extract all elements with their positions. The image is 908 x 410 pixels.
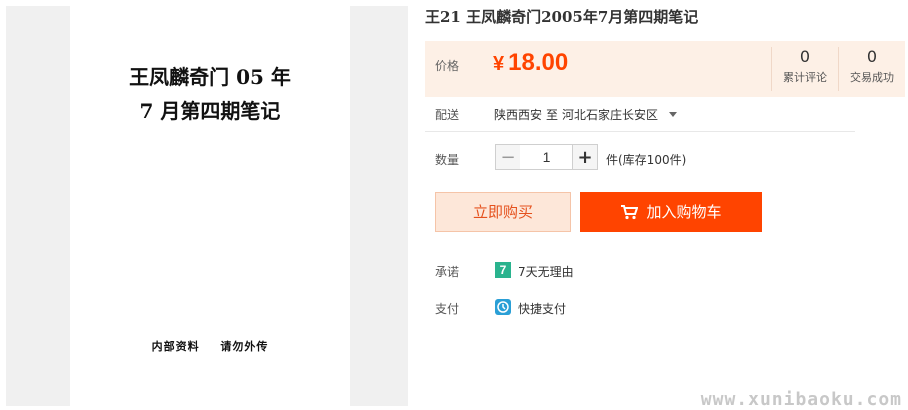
sales-count: 0 bbox=[866, 47, 878, 66]
sales-label: 交易成功 bbox=[850, 71, 894, 84]
currency-symbol: ¥ bbox=[493, 53, 505, 75]
doc-footer: 内部资料 请勿外传 bbox=[70, 338, 350, 354]
payment-label: 支付 bbox=[435, 302, 460, 316]
price-value: ¥18.00 bbox=[493, 49, 568, 77]
doc-footer-left: 内部资料 bbox=[151, 340, 200, 353]
quantity-input[interactable] bbox=[520, 144, 573, 170]
product-image: 王凤麟奇门 05 年 7 月第四期笔记 内部资料 请勿外传 bbox=[70, 6, 350, 406]
reviews-label: 累计评论 bbox=[783, 71, 827, 84]
promise-label: 承诺 bbox=[435, 265, 460, 279]
price-amount: 18.00 bbox=[508, 49, 569, 76]
buy-now-button[interactable]: 立即购买 bbox=[435, 192, 571, 232]
seven-day-return-icon: 7 bbox=[495, 262, 511, 278]
sales-stat: 0 交易成功 bbox=[838, 47, 905, 91]
ship-to: 河北石家庄长安区 bbox=[562, 108, 659, 122]
price-label: 价格 bbox=[435, 59, 460, 73]
stock-info: 件(库存100件) bbox=[606, 153, 687, 167]
reviews-count: 0 bbox=[799, 47, 811, 66]
add-to-cart-label: 加入购物车 bbox=[646, 203, 722, 221]
price-box: 价格 ¥18.00 0 累计评论 0 交易成功 bbox=[425, 41, 905, 97]
shipping-route[interactable]: 陕西西安至河北石家庄长安区 bbox=[494, 106, 658, 123]
shipping-label: 配送 bbox=[435, 108, 460, 122]
quantity-label: 数量 bbox=[435, 153, 460, 167]
divider bbox=[425, 131, 855, 132]
quick-pay-icon bbox=[495, 299, 511, 315]
watermark: www.xunibaoku.com bbox=[700, 389, 902, 410]
quantity-decrease-button[interactable]: − bbox=[495, 144, 521, 170]
ship-from: 陕西西安 bbox=[494, 108, 543, 122]
ship-to-word: 至 bbox=[546, 108, 559, 122]
product-title: 王21 王凤麟奇门2005年7月第四期笔记 bbox=[425, 8, 699, 26]
cart-icon bbox=[620, 195, 639, 235]
doc-footer-right: 请勿外传 bbox=[220, 340, 269, 353]
doc-title-line1: 王凤麟奇门 05 年 bbox=[129, 65, 291, 89]
chevron-down-icon[interactable] bbox=[669, 112, 677, 117]
product-image-area[interactable]: 王凤麟奇门 05 年 7 月第四期笔记 内部资料 请勿外传 bbox=[6, 6, 408, 406]
doc-title: 王凤麟奇门 05 年 7 月第四期笔记 bbox=[70, 60, 350, 128]
add-to-cart-button[interactable]: 加入购物车 bbox=[580, 192, 762, 232]
payment-text[interactable]: 快捷支付 bbox=[518, 300, 566, 317]
quantity-increase-button[interactable]: + bbox=[572, 144, 598, 170]
promise-text[interactable]: 7天无理由 bbox=[518, 263, 574, 280]
doc-title-line2: 7 月第四期笔记 bbox=[139, 99, 281, 123]
reviews-stat[interactable]: 0 累计评论 bbox=[771, 47, 838, 91]
